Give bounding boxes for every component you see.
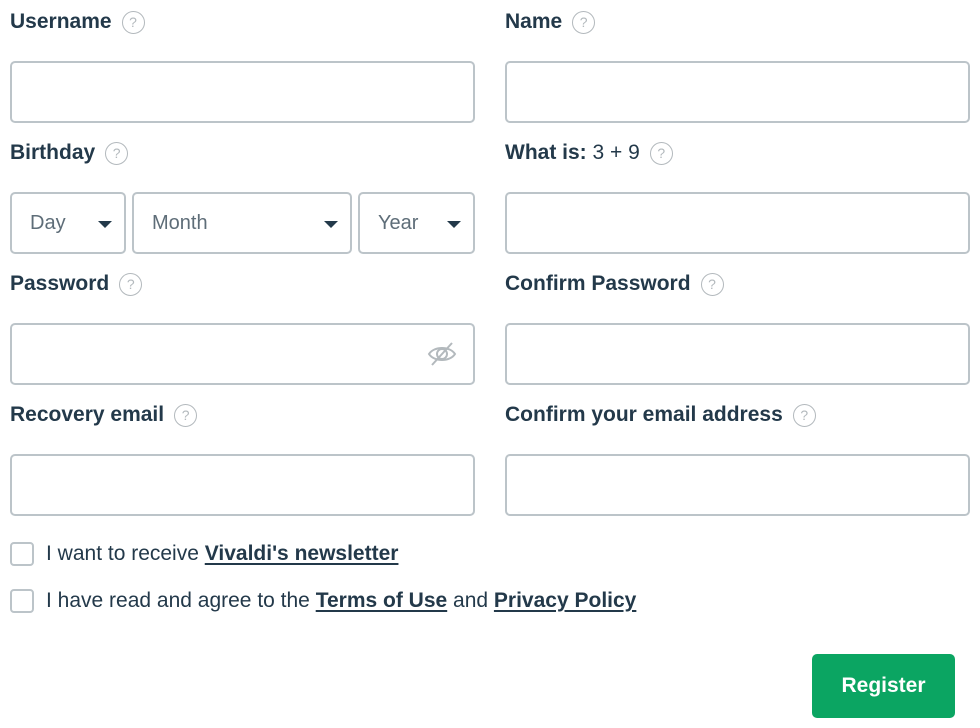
confirm-password-field: Confirm Password ? — [505, 272, 970, 385]
month-select-value: Month — [152, 211, 208, 234]
caret-down-icon — [324, 221, 338, 228]
terms-checkbox[interactable] — [10, 589, 34, 613]
help-icon[interactable]: ? — [119, 272, 143, 296]
year-select[interactable]: Year — [358, 192, 475, 254]
day-select-value: Day — [30, 211, 66, 234]
help-icon[interactable]: ? — [700, 272, 724, 296]
help-icon[interactable]: ? — [649, 141, 673, 165]
captcha-label-prefix: What is: — [505, 141, 587, 164]
newsletter-text-prefix: I want to receive — [46, 542, 205, 565]
day-select[interactable]: Day — [10, 192, 126, 254]
help-icon[interactable]: ? — [792, 403, 816, 427]
confirm-password-label: Confirm Password — [505, 272, 691, 295]
captcha-question: 3 + 9 — [592, 141, 640, 164]
newsletter-checkbox[interactable] — [10, 542, 34, 566]
privacy-policy-link[interactable]: Privacy Policy — [494, 589, 636, 612]
newsletter-text: I want to receive Vivaldi's newsletter — [46, 542, 398, 566]
terms-text-prefix: I have read and agree to the — [46, 589, 316, 612]
name-field: Name ? — [505, 10, 970, 123]
newsletter-option: I want to receive Vivaldi's newsletter — [10, 542, 398, 566]
help-icon[interactable]: ? — [105, 141, 129, 165]
month-select[interactable]: Month — [132, 192, 352, 254]
confirm-email-input[interactable] — [505, 454, 970, 516]
register-button[interactable]: Register — [812, 654, 955, 718]
birthday-selects: Day Month Year — [10, 192, 475, 254]
name-label: Name — [505, 10, 563, 33]
help-icon[interactable]: ? — [174, 403, 198, 427]
captcha-input[interactable] — [505, 192, 970, 254]
captcha-label: What is: 3 + 9 — [505, 141, 640, 165]
password-field: Password ? — [10, 272, 475, 385]
confirm-password-input[interactable] — [505, 323, 970, 385]
eye-slash-icon[interactable] — [427, 341, 457, 367]
confirm-email-field: Confirm your email address ? — [505, 403, 970, 516]
year-select-value: Year — [378, 211, 419, 234]
caret-down-icon — [98, 221, 112, 228]
terms-text-middle: and — [447, 589, 494, 612]
name-input[interactable] — [505, 61, 970, 123]
password-input[interactable] — [10, 323, 475, 385]
birthday-label: Birthday — [10, 141, 96, 164]
recovery-email-label: Recovery email — [10, 403, 165, 426]
captcha-field: What is: 3 + 9 ? — [505, 141, 970, 254]
newsletter-link[interactable]: Vivaldi's newsletter — [205, 542, 399, 565]
username-input[interactable] — [10, 61, 475, 123]
username-label: Username — [10, 10, 112, 33]
terms-of-use-link[interactable]: Terms of Use — [316, 589, 448, 612]
caret-down-icon — [447, 221, 461, 228]
terms-option: I have read and agree to the Terms of Us… — [10, 589, 636, 613]
help-icon[interactable]: ? — [572, 10, 596, 34]
confirm-email-label: Confirm your email address — [505, 403, 783, 426]
help-icon[interactable]: ? — [121, 10, 145, 34]
recovery-email-field: Recovery email ? — [10, 403, 475, 516]
terms-text: I have read and agree to the Terms of Us… — [46, 589, 636, 613]
username-field: Username ? — [10, 10, 475, 123]
recovery-email-input[interactable] — [10, 454, 475, 516]
birthday-field: Birthday ? Day Month Year — [10, 141, 475, 254]
password-label: Password — [10, 272, 110, 295]
